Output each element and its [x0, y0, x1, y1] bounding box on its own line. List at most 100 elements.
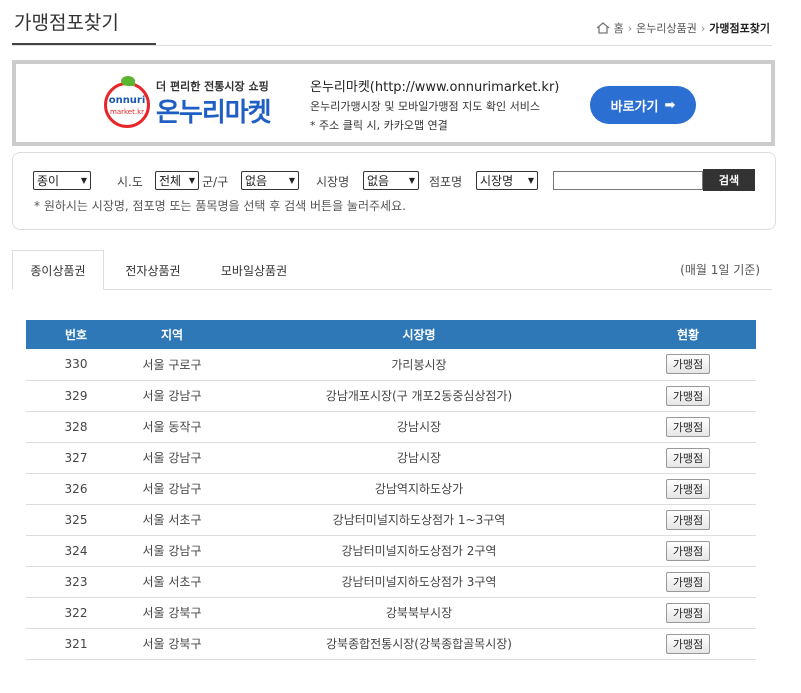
table-row: 327 서울 강남구 강남시장 가맹점	[26, 442, 756, 473]
table-header-row: 번호 지역 시장명 현황	[26, 320, 756, 349]
cell-status: 가맹점	[620, 597, 756, 628]
cell-region: 서울 강남구	[142, 389, 202, 403]
logo-badge: onnuri market.kr	[104, 76, 150, 128]
market-value: 없음	[367, 174, 390, 188]
cell-region: 서울 강남구	[142, 544, 202, 558]
cell-status: 가맹점	[620, 535, 756, 566]
column-header-status: 현황	[676, 328, 700, 342]
gugun-label: 군/구	[202, 175, 229, 189]
breadcrumb-current: 가맹점포찾기	[709, 22, 770, 35]
cell-market: 강남터미널지하도상점가 2구역	[341, 544, 497, 558]
cell-number: 325	[64, 512, 88, 527]
arrow-right-icon: ➡	[664, 97, 676, 113]
table-row: 321 서울 강북구 강북종합전통시장(강북종합골목시장) 가맹점	[26, 628, 756, 659]
search-help-text: * 원하시는 시장명, 점포명 또는 품목명을 선택 후 검색 버튼을 눌러주세…	[34, 199, 406, 213]
table-row: 323 서울 서초구 강남터미널지하도상점가 3구역 가맹점	[26, 566, 756, 597]
store-list-button[interactable]: 가맹점	[665, 385, 711, 406]
cell-number: 330	[64, 357, 88, 372]
table-row: 325 서울 서초구 강남터미널지하도상점가 1~3구역 가맹점	[26, 504, 756, 535]
sido-select[interactable]: 전체 ▼	[155, 171, 199, 190]
column-header-region: 지역	[160, 328, 184, 342]
onnuri-market-banner: onnuri market.kr 더 편리한 전통시장 쇼핑 온누리마켓 온누리…	[12, 60, 775, 146]
sido-value: 전체	[159, 174, 182, 188]
chevron-down-icon: ▼	[288, 176, 295, 185]
voucher-type-value: 종이	[37, 174, 60, 188]
table-row: 324 서울 강남구 강남터미널지하도상점가 2구역 가맹점	[26, 535, 756, 566]
store-list-button[interactable]: 가맹점	[665, 478, 711, 499]
banner-title: 온누리마켓(http://www.onnurimarket.kr)	[310, 80, 560, 95]
breadcrumb-home[interactable]: 홈	[614, 20, 624, 36]
breadcrumb-level1[interactable]: 온누리상품권	[636, 20, 697, 36]
store-type-select[interactable]: 시장명 ▼	[476, 171, 538, 190]
banner-note: * 주소 클릭 시, 카카오맵 연결	[310, 119, 448, 132]
chevron-down-icon: ▼	[80, 176, 87, 185]
table-row: 328 서울 동작구 강남시장 가맹점	[26, 411, 756, 442]
sido-label: 시.도	[117, 175, 143, 189]
home-icon[interactable]	[596, 22, 610, 34]
voucher-type-select[interactable]: 종이 ▼	[33, 171, 91, 190]
cell-number: 321	[64, 636, 88, 651]
search-button[interactable]: 검색	[703, 169, 755, 191]
cell-region: 서울 강북구	[142, 606, 202, 620]
voucher-tabs: 종이상품권 전자상품권 모바일상품권 (매월 1일 기준)	[12, 250, 772, 290]
cell-status: 가맹점	[620, 380, 756, 411]
cell-region: 서울 서초구	[142, 513, 202, 527]
breadcrumb-separator: ›	[627, 21, 633, 35]
market-label: 시장명	[316, 175, 350, 189]
goto-button[interactable]: 바로가기 ➡	[590, 86, 696, 124]
column-header-number: 번호	[64, 328, 88, 342]
chevron-down-icon: ▼	[408, 176, 415, 185]
cell-market: 강북북부시장	[385, 606, 453, 620]
cell-region: 서울 강남구	[142, 451, 202, 465]
cell-region: 서울 강북구	[142, 637, 202, 651]
cell-market: 강남터미널지하도상점가 1~3구역	[332, 513, 506, 527]
store-list-button[interactable]: 가맹점	[665, 602, 711, 623]
table-row: 330 서울 구로구 가리봉시장 가맹점	[26, 349, 756, 380]
cell-region: 서울 서초구	[142, 575, 202, 589]
cell-market: 강남시장	[396, 420, 442, 434]
gugun-select[interactable]: 없음 ▼	[241, 171, 299, 190]
cell-number: 328	[64, 419, 88, 434]
tab-mobile-voucher[interactable]: 모바일상품권	[204, 250, 304, 290]
cell-status: 가맹점	[620, 566, 756, 597]
store-list-button[interactable]: 가맹점	[665, 354, 711, 375]
search-panel: 종이 ▼ 시.도 전체 ▼ 군/구 없음 ▼ 시장명 없음 ▼ 점포명 시장명 ▼ 검색 …	[12, 152, 776, 230]
chevron-down-icon: ▼	[188, 176, 195, 185]
tab-note: (매월 1일 기준)	[680, 263, 760, 277]
cell-region: 서울 동작구	[142, 420, 202, 434]
store-list-button[interactable]: 가맹점	[665, 571, 711, 592]
cell-status: 가맹점	[620, 411, 756, 442]
store-list-button[interactable]: 가맹점	[665, 633, 711, 654]
banner-text: 온누리마켓(http://www.onnurimarket.kr) 온누리가맹시…	[310, 78, 559, 135]
cell-number: 326	[64, 481, 88, 496]
gugun-value: 없음	[245, 174, 268, 188]
cell-number: 327	[64, 450, 88, 465]
cell-number: 324	[64, 543, 88, 558]
goto-button-label: 바로가기	[610, 99, 659, 115]
tab-electronic-voucher[interactable]: 전자상품권	[106, 250, 200, 290]
cell-number: 322	[64, 605, 88, 620]
cell-region: 서울 구로구	[142, 357, 202, 372]
chevron-down-icon: ▼	[527, 176, 534, 185]
market-table: 번호 지역 시장명 현황 330 서울 구로구 가리봉시장 가맹점 329 서울 강남구 강…	[26, 320, 756, 660]
logo-badge-bottom: market.kr	[110, 108, 144, 116]
onnuri-market-logo[interactable]: onnuri market.kr 더 편리한 전통시장 쇼핑 온누리마켓	[104, 76, 294, 134]
logo-badge-top: onnuri	[108, 95, 146, 106]
store-label: 점포명	[429, 175, 463, 189]
store-type-value: 시장명	[480, 174, 514, 188]
cell-number: 329	[64, 388, 88, 403]
store-list-button[interactable]: 가맹점	[665, 416, 711, 437]
logo-name: 온누리마켓	[156, 98, 272, 128]
column-header-market: 시장명	[402, 328, 436, 342]
cell-market: 강남역지하도상가	[374, 482, 464, 496]
market-select[interactable]: 없음 ▼	[363, 171, 419, 190]
search-input[interactable]	[553, 171, 703, 190]
store-list-button[interactable]: 가맹점	[665, 540, 711, 561]
breadcrumb: 홈 › 온누리상품권 › 가맹점포찾기	[596, 20, 770, 36]
leaf-icon	[121, 76, 135, 86]
store-list-button[interactable]: 가맹점	[665, 447, 711, 468]
store-list-button[interactable]: 가맹점	[665, 509, 711, 530]
cell-market: 강남터미널지하도상점가 3구역	[341, 575, 497, 589]
cell-market: 강남시장	[396, 451, 442, 465]
tab-paper-voucher[interactable]: 종이상품권	[12, 250, 104, 290]
